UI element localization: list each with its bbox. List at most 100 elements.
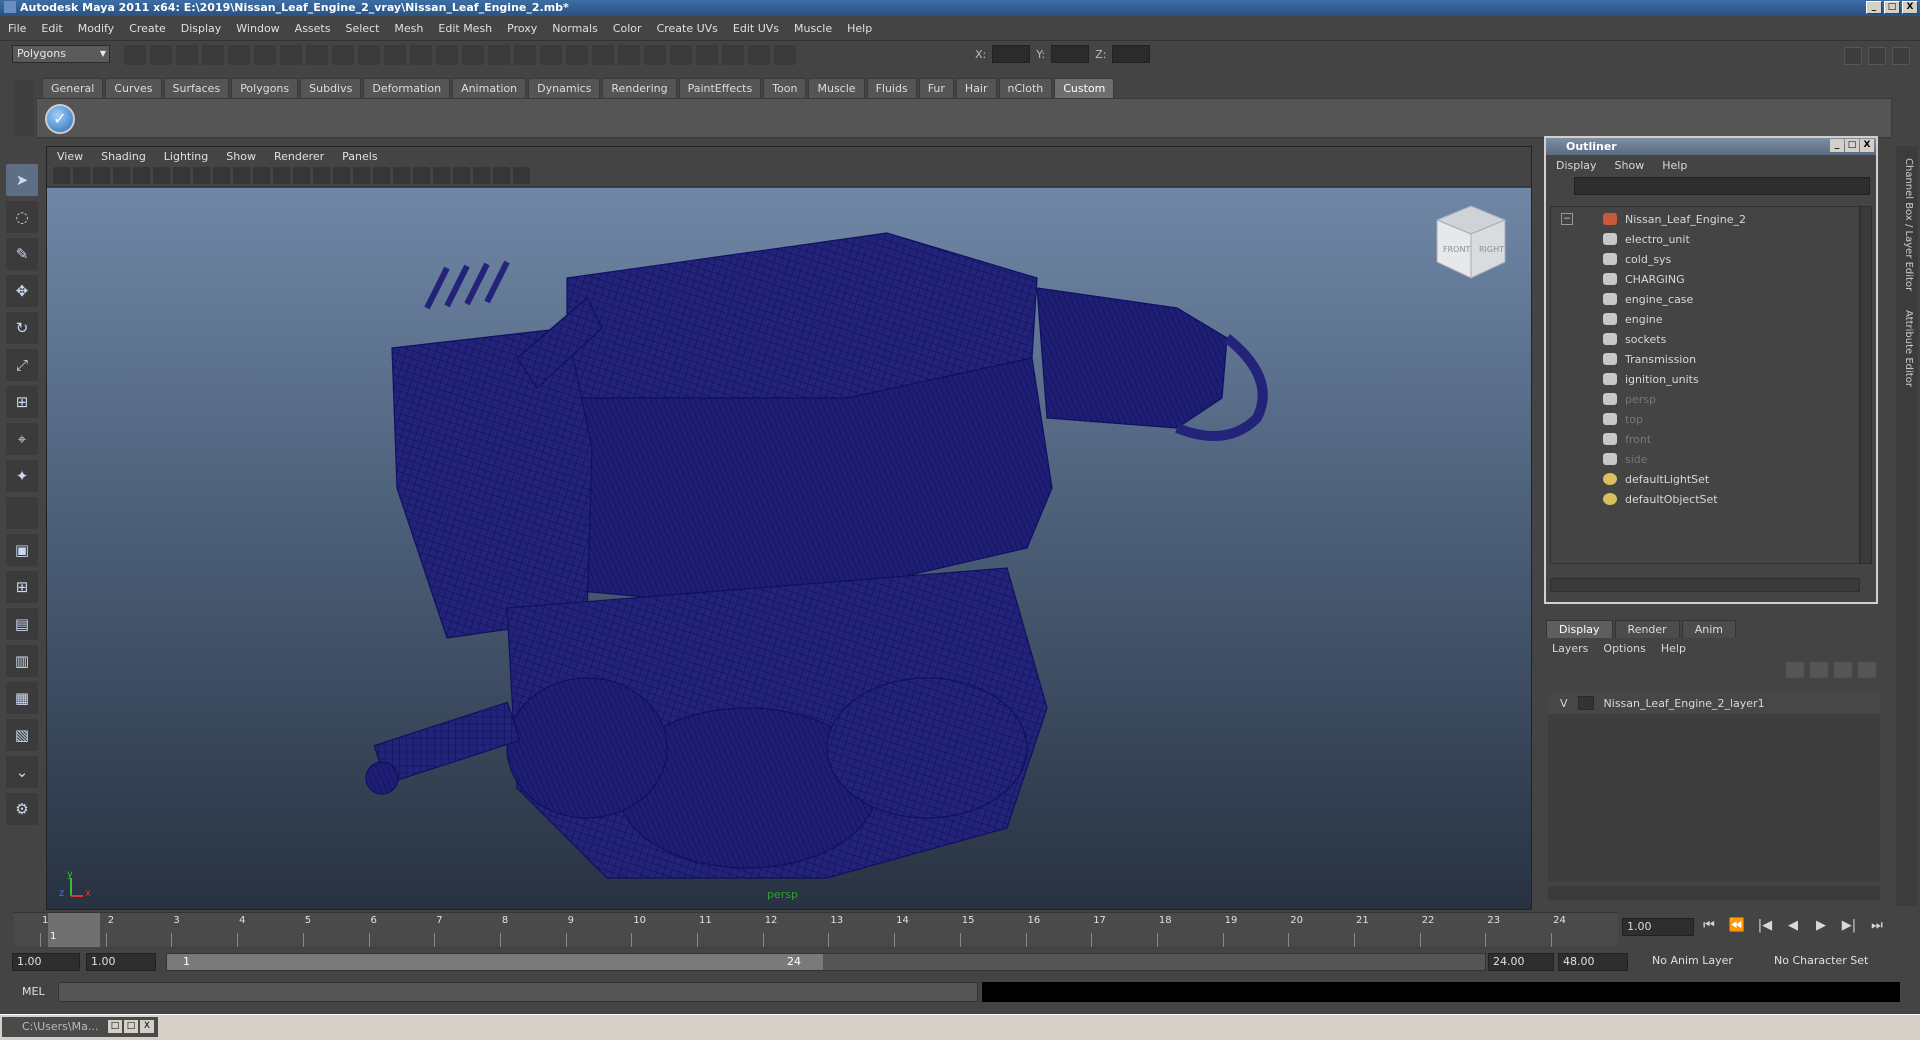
outliner-filter-field[interactable] xyxy=(1574,177,1870,195)
textured-icon[interactable] xyxy=(373,167,390,184)
move-layer-down-icon[interactable] xyxy=(1810,662,1828,678)
shelf-tab-ncloth[interactable]: nCloth xyxy=(998,78,1053,98)
select-camera-icon[interactable] xyxy=(53,167,70,184)
snap-grid-icon[interactable] xyxy=(306,45,328,65)
new-empty-layer-icon[interactable] xyxy=(1834,662,1852,678)
outliner-horizontal-scrollbar[interactable] xyxy=(1550,578,1860,592)
last-tool-icon[interactable] xyxy=(6,497,38,529)
share-view-icon[interactable] xyxy=(513,167,530,184)
snap-curve-icon[interactable] xyxy=(332,45,354,65)
wireframe-icon[interactable] xyxy=(313,167,330,184)
safe-title-icon[interactable] xyxy=(293,167,310,184)
outliner-minimize-button[interactable]: _ xyxy=(1830,139,1844,152)
viewport-menu-lighting[interactable]: Lighting xyxy=(164,150,208,163)
menu-set-selector[interactable]: Polygons xyxy=(12,45,110,63)
construction-history-icon[interactable] xyxy=(462,45,484,65)
tree-row-child[interactable]: CHARGING xyxy=(1551,269,1859,289)
safe-action-icon[interactable] xyxy=(273,167,290,184)
snap-surface-icon[interactable] xyxy=(410,45,432,65)
viewport-menu-show[interactable]: Show xyxy=(226,150,256,163)
bookmark-icon[interactable] xyxy=(93,167,110,184)
ipr-render-icon[interactable] xyxy=(566,45,588,65)
outliner-menu-show[interactable]: Show xyxy=(1615,159,1645,172)
shelf-tab-deformation[interactable]: Deformation xyxy=(363,78,451,98)
render-view-icon[interactable] xyxy=(514,45,536,65)
menu-window[interactable]: Window xyxy=(236,22,279,35)
layer-menu-layers[interactable]: Layers xyxy=(1552,642,1588,655)
xray-icon[interactable] xyxy=(453,167,470,184)
tree-row-camera[interactable]: side xyxy=(1551,449,1859,469)
outliner-menu-display[interactable]: Display xyxy=(1556,159,1597,172)
history-icon[interactable] xyxy=(436,45,458,65)
shelf-tab-fluids[interactable]: Fluids xyxy=(866,78,917,98)
x-field[interactable] xyxy=(992,45,1031,63)
shelf-tab-muscle[interactable]: Muscle xyxy=(808,78,865,98)
layout-icon[interactable] xyxy=(670,45,692,65)
tree-row-camera[interactable]: persp xyxy=(1551,389,1859,409)
isolate-select-icon[interactable] xyxy=(473,167,490,184)
paint-select-tool-icon[interactable]: ✎ xyxy=(6,238,38,270)
menu-edit[interactable]: Edit xyxy=(41,22,62,35)
current-frame-marker[interactable]: 1 xyxy=(48,913,100,947)
2d-pan-zoom-icon[interactable] xyxy=(133,167,150,184)
save-scene-icon[interactable] xyxy=(176,45,198,65)
menu-muscle[interactable]: Muscle xyxy=(794,22,832,35)
go-to-start-button[interactable]: ⏮ xyxy=(1700,918,1718,933)
tree-row-child[interactable]: electro_unit xyxy=(1551,229,1859,249)
tree-row-root[interactable]: − Nissan_Leaf_Engine_2 xyxy=(1551,209,1859,229)
viewport-menu-view[interactable]: View xyxy=(57,150,83,163)
character-set-dropdown[interactable]: No Character Set xyxy=(1770,953,1890,971)
shelf-tab-polygons[interactable]: Polygons xyxy=(231,78,299,98)
anim-layer-dropdown[interactable]: No Anim Layer xyxy=(1648,953,1758,971)
layer-menu-options[interactable]: Options xyxy=(1603,642,1645,655)
snapshot-icon[interactable] xyxy=(696,45,718,65)
menu-edit-mesh[interactable]: Edit Mesh xyxy=(438,22,492,35)
camera-attributes-icon[interactable] xyxy=(73,167,90,184)
graph-persp-layout-icon[interactable]: ▥ xyxy=(6,645,38,677)
animation-start-field[interactable]: 1.00 xyxy=(12,953,80,971)
tree-row-child[interactable]: ignition_units xyxy=(1551,369,1859,389)
shelf-tab-dynamics[interactable]: Dynamics xyxy=(528,78,601,98)
collapse-toggle-icon[interactable]: − xyxy=(1561,213,1573,225)
maximize-button[interactable]: □ xyxy=(124,1020,138,1033)
playback-start-field[interactable]: 1.00 xyxy=(86,953,156,971)
shelf-tab-rendering[interactable]: Rendering xyxy=(602,78,677,98)
tree-row-child[interactable]: cold_sys xyxy=(1551,249,1859,269)
play-forwards-button[interactable]: ▶ xyxy=(1812,918,1830,933)
high-quality-icon[interactable] xyxy=(493,167,510,184)
current-frame-field[interactable]: 1.00 xyxy=(1622,918,1694,936)
step-back-frame-button[interactable]: |◀ xyxy=(1756,918,1774,933)
camera-icon[interactable] xyxy=(722,45,744,65)
go-to-end-button[interactable]: ⏭ xyxy=(1868,918,1886,933)
layer-tab-anim[interactable]: Anim xyxy=(1681,620,1736,638)
rotate-tool-icon[interactable]: ↻ xyxy=(6,312,38,344)
hypershade-persp-layout-icon[interactable]: ▦ xyxy=(6,682,38,714)
wireframe-on-shaded-icon[interactable] xyxy=(353,167,370,184)
default-lighting-icon[interactable] xyxy=(393,167,410,184)
close-button[interactable]: X xyxy=(140,1020,154,1033)
move-layer-up-icon[interactable] xyxy=(1786,662,1804,678)
tree-row-child[interactable]: engine_case xyxy=(1551,289,1859,309)
layer-tab-render[interactable]: Render xyxy=(1614,620,1680,638)
step-back-key-button[interactable]: ⏪ xyxy=(1728,918,1746,933)
input-ops-icon[interactable] xyxy=(488,45,510,65)
step-forward-frame-button[interactable]: ▶| xyxy=(1840,918,1858,933)
image-plane-icon[interactable] xyxy=(113,167,130,184)
select-hierarchy-icon[interactable] xyxy=(202,45,224,65)
tree-row-camera[interactable]: top xyxy=(1551,409,1859,429)
restore-button[interactable]: □ xyxy=(108,1020,122,1033)
tree-row-child[interactable]: sockets xyxy=(1551,329,1859,349)
grid-icon[interactable] xyxy=(173,167,190,184)
outliner-maximize-button[interactable]: □ xyxy=(1845,139,1859,152)
menu-create[interactable]: Create xyxy=(129,22,166,35)
shelf-tab-custom[interactable]: Custom xyxy=(1054,78,1115,98)
z-field[interactable] xyxy=(1112,45,1151,63)
shelf-tab-general[interactable]: General xyxy=(42,78,104,98)
layer-visibility-toggle[interactable]: V xyxy=(1560,697,1568,710)
layer-list-scrollbar[interactable] xyxy=(1548,886,1880,900)
tree-row-child[interactable]: Transmission xyxy=(1551,349,1859,369)
lasso-tool-icon[interactable]: ◌ xyxy=(6,201,38,233)
tree-row-child[interactable]: engine xyxy=(1551,309,1859,329)
outliner-menu-help[interactable]: Help xyxy=(1662,159,1687,172)
shelf-menu-handle[interactable] xyxy=(14,80,34,136)
